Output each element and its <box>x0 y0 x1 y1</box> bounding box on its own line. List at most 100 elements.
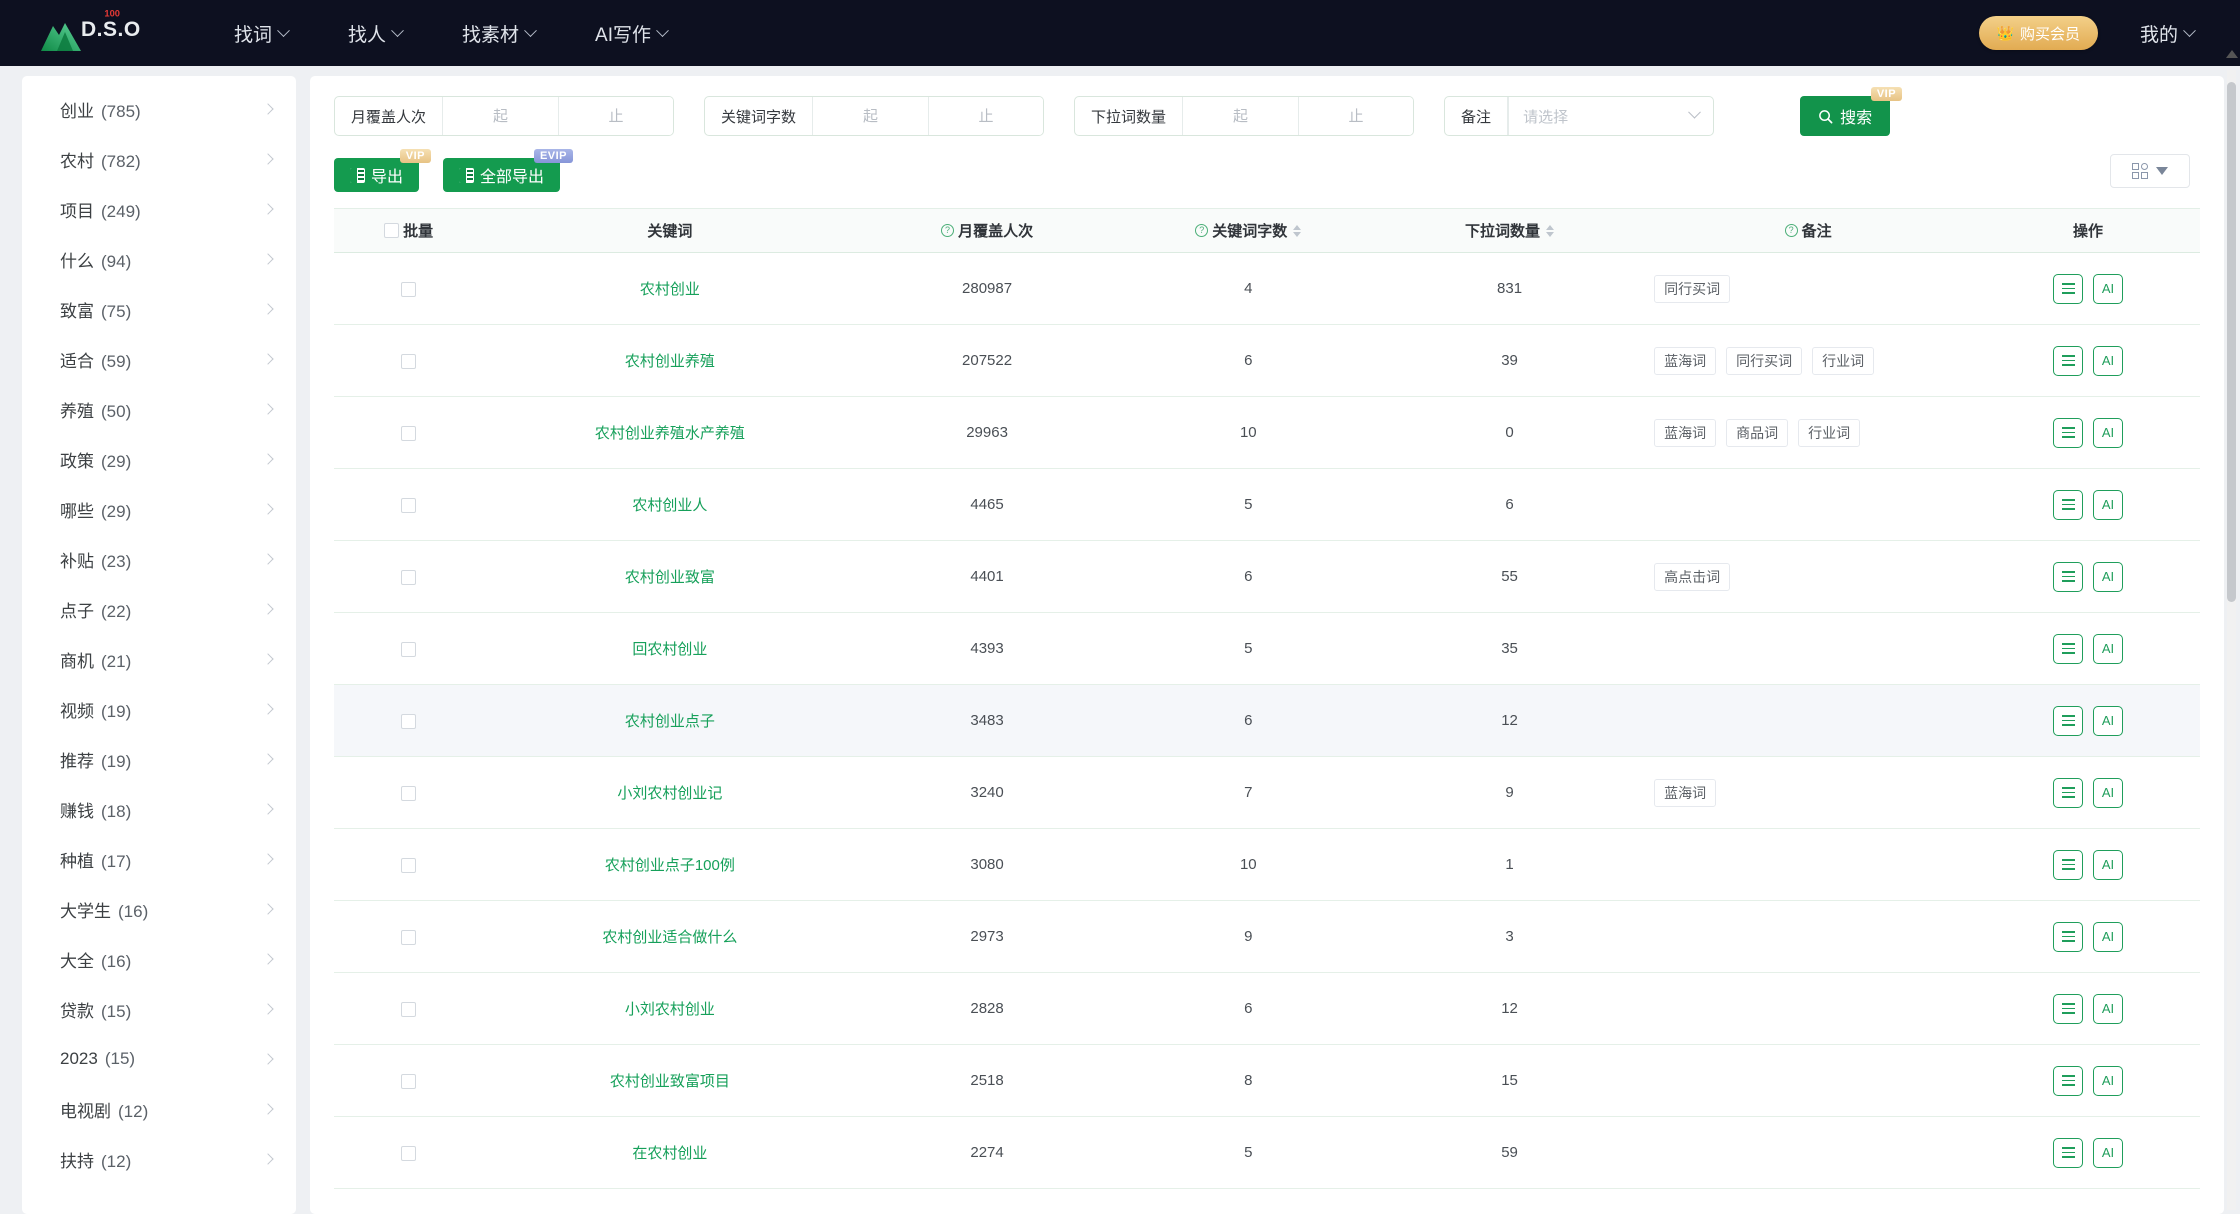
buy-membership-button[interactable]: 👑 购买会员 <box>1978 16 2098 50</box>
cell-suggest[interactable]: 59 <box>1378 1116 1641 1189</box>
sidebar-item[interactable]: 政策 (29) <box>22 434 296 484</box>
export-button[interactable]: 导出 VIP <box>334 149 432 192</box>
keyword-link[interactable]: 农村创业养殖 <box>625 353 715 370</box>
sidebar-item[interactable]: 什么 (94) <box>22 234 296 284</box>
row-checkbox[interactable] <box>401 929 417 945</box>
sidebar-item[interactable]: 适合 (59) <box>22 334 296 384</box>
keyword-link[interactable]: 农村创业致富项目 <box>610 1073 730 1090</box>
row-checkbox[interactable] <box>401 281 417 297</box>
logo[interactable]: 100 D.S.O <box>0 0 170 66</box>
cell-suggest[interactable]: 831 <box>1378 252 1641 325</box>
suggest-count-link[interactable]: 1 <box>1505 856 1513 873</box>
suggest-count-link[interactable]: 39 <box>1501 352 1518 369</box>
nav-item-find-material[interactable]: 找素材 <box>432 0 565 66</box>
note-tag[interactable]: 商品词 <box>1726 418 1789 447</box>
table-row[interactable]: 农村创业致富项目 2518 8 15 AI <box>334 1044 2200 1117</box>
keyword-link[interactable]: 农村创业致富 <box>625 569 715 586</box>
nav-item-find-words[interactable]: 找词 <box>204 0 318 66</box>
row-ai-button[interactable]: AI <box>2093 633 2124 664</box>
suggest-count-link[interactable]: 59 <box>1501 1144 1518 1161</box>
suggest-count-link[interactable]: 35 <box>1501 640 1518 657</box>
row-checkbox[interactable] <box>401 353 417 369</box>
help-icon[interactable]: ? <box>1784 224 1798 237</box>
table-row[interactable]: 农村创业适合做什么 2973 9 3 AI <box>334 900 2200 973</box>
nav-item-find-people[interactable]: 找人 <box>318 0 432 66</box>
keyword-link[interactable]: 农村创业适合做什么 <box>602 929 737 946</box>
nav-item-ai-writing[interactable]: AI写作 <box>565 0 697 66</box>
keyword-link[interactable]: 农村创业养殖水产养殖 <box>595 425 745 442</box>
sidebar-item[interactable]: 项目 (249) <box>22 184 296 234</box>
row-detail-button[interactable] <box>2053 777 2084 808</box>
sidebar-item[interactable]: 商机 (21) <box>22 634 296 684</box>
sidebar-item[interactable]: 电视剧 (12) <box>22 1084 296 1134</box>
row-detail-button[interactable] <box>2053 921 2084 952</box>
export-all-button[interactable]: 全部导出 EVIP <box>443 149 574 192</box>
note-select-box[interactable]: 请选择 <box>1508 97 1713 135</box>
sidebar-item[interactable]: 推荐 (19) <box>22 734 296 784</box>
row-checkbox[interactable] <box>401 1145 417 1161</box>
cell-suggest[interactable]: 55 <box>1378 540 1641 613</box>
sidebar-item[interactable]: 种植 (17) <box>22 834 296 884</box>
sidebar-item[interactable]: 致富 (75) <box>22 284 296 334</box>
note-tag[interactable]: 蓝海词 <box>1654 778 1717 807</box>
row-detail-button[interactable] <box>2053 705 2084 736</box>
row-ai-button[interactable]: AI <box>2093 561 2124 592</box>
suggest-from-input[interactable] <box>1183 97 1299 135</box>
suggest-count-link[interactable]: 12 <box>1501 1000 1518 1017</box>
suggest-count-link[interactable]: 3 <box>1505 928 1513 945</box>
sidebar-item[interactable]: 点子 (22) <box>22 584 296 634</box>
wordcount-from-input[interactable] <box>813 97 929 135</box>
cell-suggest[interactable]: 3 <box>1378 900 1641 973</box>
table-row[interactable]: 小刘农村创业记 3240 7 9 蓝海词 AI <box>334 756 2200 829</box>
cell-suggest[interactable]: 12 <box>1378 972 1641 1045</box>
table-row[interactable]: 农村创业点子 3483 6 12 AI <box>334 684 2200 757</box>
sort-icon[interactable] <box>1293 224 1302 237</box>
row-detail-button[interactable] <box>2053 633 2084 664</box>
sidebar-item[interactable]: 农村 (782) <box>22 134 296 184</box>
table-row[interactable]: 农村创业 280987 4 831 同行买词 AI <box>334 252 2200 325</box>
sidebar-item[interactable]: 补贴 (23) <box>22 534 296 584</box>
cell-suggest[interactable]: 1 <box>1378 828 1641 901</box>
monthly-to-input[interactable] <box>558 97 674 135</box>
row-detail-button[interactable] <box>2053 489 2084 520</box>
keyword-link[interactable]: 农村创业点子 <box>625 713 715 730</box>
table-row[interactable]: 农村创业点子100例 3080 10 1 AI <box>334 828 2200 901</box>
cell-suggest[interactable]: 9 <box>1378 756 1641 829</box>
keyword-link[interactable]: 农村创业人 <box>632 497 707 514</box>
suggest-to-input[interactable] <box>1298 97 1414 135</box>
note-tag[interactable]: 蓝海词 <box>1654 418 1717 447</box>
suggest-count-link[interactable]: 15 <box>1501 1072 1518 1089</box>
table-row[interactable]: 在农村创业 2274 5 59 AI <box>334 1116 2200 1189</box>
row-checkbox[interactable] <box>401 1073 417 1089</box>
sidebar-item[interactable]: 养殖 (50) <box>22 384 296 434</box>
row-ai-button[interactable]: AI <box>2093 705 2124 736</box>
row-detail-button[interactable] <box>2053 345 2084 376</box>
row-checkbox[interactable] <box>401 569 417 585</box>
row-checkbox[interactable] <box>401 497 417 513</box>
keyword-link[interactable]: 农村创业 <box>640 281 700 298</box>
sidebar-item[interactable]: 扶持 (12) <box>22 1134 296 1184</box>
help-icon[interactable]: ? <box>1195 224 1209 237</box>
suggest-count-link[interactable]: 55 <box>1501 568 1518 585</box>
note-tag[interactable]: 行业词 <box>1798 418 1861 447</box>
note-tag[interactable]: 高点击词 <box>1654 562 1731 591</box>
row-detail-button[interactable] <box>2053 273 2084 304</box>
sidebar-item[interactable]: 视频 (19) <box>22 684 296 734</box>
row-ai-button[interactable]: AI <box>2093 777 2124 808</box>
row-checkbox[interactable] <box>401 425 417 441</box>
sidebar-item[interactable]: 创业 (785) <box>22 84 296 134</box>
scroll-up-arrow[interactable] <box>2226 50 2238 58</box>
cell-suggest[interactable]: 15 <box>1378 1044 1641 1117</box>
column-settings-button[interactable] <box>2110 154 2190 188</box>
sidebar-item[interactable]: 哪些 (29) <box>22 484 296 534</box>
note-tag[interactable]: 同行买词 <box>1654 274 1731 303</box>
row-ai-button[interactable]: AI <box>2093 1137 2124 1168</box>
row-ai-button[interactable]: AI <box>2093 273 2124 304</box>
row-ai-button[interactable]: AI <box>2093 921 2124 952</box>
suggest-count-link[interactable]: 12 <box>1501 712 1518 729</box>
sidebar-item[interactable]: 2023 (15) <box>22 1034 296 1084</box>
sidebar-item[interactable]: 贷款 (15) <box>22 984 296 1034</box>
sort-icon[interactable] <box>1546 224 1555 237</box>
row-ai-button[interactable]: AI <box>2093 489 2124 520</box>
row-ai-button[interactable]: AI <box>2093 345 2124 376</box>
